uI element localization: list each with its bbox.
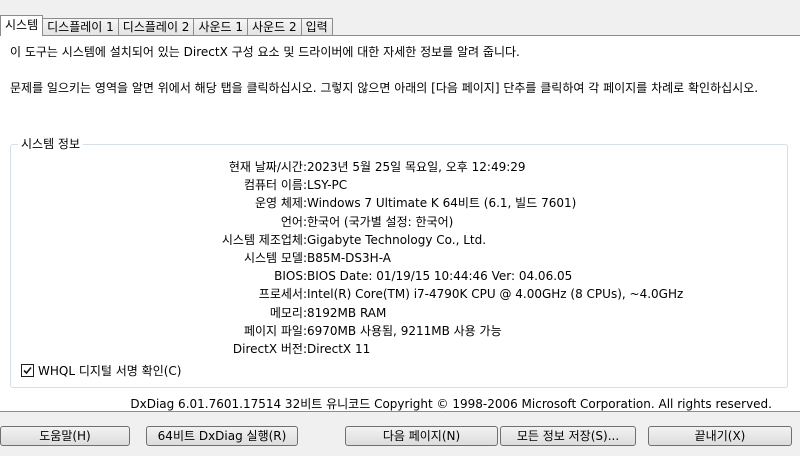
- info-value: Windows 7 Ultimate K 64비트 (6.1, 빌드 7601): [307, 196, 577, 211]
- tab-system[interactable]: 시스템: [0, 15, 44, 36]
- intro-instructions: 문제를 일으키는 영역을 알면 위에서 해당 탭을 클릭하십시오. 그렇지 않으…: [10, 81, 759, 95]
- system-info-rows: 현재 날짜/시간: 2023년 5월 25일 목요일, 오후 12:49:29 컴…: [11, 158, 787, 358]
- system-info-title: 시스템 정보: [18, 137, 84, 151]
- run-64bit-dxdiag-button[interactable]: 64비트 DxDiag 실행(R): [146, 426, 298, 446]
- info-row-computer-name: 컴퓨터 이름: LSY-PC: [11, 176, 787, 194]
- whql-label: WHQL 디지털 서명 확인(C): [38, 364, 182, 378]
- button-bar: 도움말(H) 64비트 DxDiag 실행(R) 다음 페이지(N) 모든 정보…: [0, 426, 800, 448]
- info-label: BIOS:: [274, 269, 307, 284]
- info-row-page-file: 페이지 파일: 6970MB 사용됨, 9211MB 사용 가능: [11, 322, 787, 340]
- info-label: 컴퓨터 이름:: [243, 178, 307, 193]
- info-row-os: 운영 체제: Windows 7 Ultimate K 64비트 (6.1, 빌드…: [11, 194, 787, 212]
- info-value: 한국어 (국가별 설정: 한국어): [307, 214, 454, 229]
- tab-strip: 시스템 디스플레이 1 디스플레이 2 사운드 1 사운드 2 입력: [0, 15, 333, 36]
- info-value: Gigabyte Technology Co., Ltd.: [307, 232, 487, 247]
- intro-description: 이 도구는 시스템에 설치되어 있는 DirectX 구성 요소 및 드라이버에…: [10, 45, 520, 59]
- info-value: DirectX 11: [307, 341, 371, 356]
- info-label: 현재 날짜/시간:: [228, 160, 307, 174]
- system-tab-panel: 이 도구는 시스템에 설치되어 있는 DirectX 구성 요소 및 드라이버에…: [0, 35, 800, 412]
- info-label: 페이지 파일:: [243, 323, 307, 338]
- info-label: 시스템 제조업체:: [221, 232, 307, 247]
- info-label: 운영 체제:: [254, 196, 307, 211]
- info-value: 6970MB 사용됨, 9211MB 사용 가능: [307, 323, 502, 338]
- save-all-info-button[interactable]: 모든 정보 저장(S)...: [500, 426, 636, 446]
- info-row-manufacturer: 시스템 제조업체: Gigabyte Technology Co., Ltd.: [11, 231, 787, 249]
- whql-check-option[interactable]: WHQL 디지털 서명 확인(C): [21, 362, 182, 379]
- info-row-directx: DirectX 버전: DirectX 11: [11, 340, 787, 358]
- tab-display-2[interactable]: 디스플레이 2: [117, 18, 195, 36]
- help-button[interactable]: 도움말(H): [0, 426, 130, 446]
- info-row-bios: BIOS: BIOS Date: 01/19/15 10:44:46 Ver: 0…: [11, 267, 787, 285]
- system-info-group: 시스템 정보 현재 날짜/시간: 2023년 5월 25일 목요일, 오후 12:…: [10, 137, 788, 388]
- tab-sound-2[interactable]: 사운드 2: [247, 18, 302, 36]
- whql-checkbox[interactable]: [21, 364, 34, 377]
- info-row-datetime: 현재 날짜/시간: 2023년 5월 25일 목요일, 오후 12:49:29: [11, 158, 787, 176]
- info-value: BIOS Date: 01/19/15 10:44:46 Ver: 04.06.…: [307, 269, 573, 284]
- tab-input[interactable]: 입력: [300, 18, 333, 36]
- info-value: Intel(R) Core(TM) i7-4790K CPU @ 4.00GHz…: [307, 287, 684, 302]
- info-label: 프로세서:: [258, 287, 307, 302]
- next-page-button[interactable]: 다음 페이지(N): [345, 426, 498, 446]
- version-copyright: DxDiag 6.01.7601.17514 32비트 유니코드 Copyrig…: [130, 397, 772, 411]
- info-label: DirectX 버전:: [232, 341, 307, 356]
- info-value: 8192MB RAM: [307, 305, 387, 320]
- info-value: B85M-DS3H-A: [307, 250, 391, 265]
- exit-button[interactable]: 끝내기(X): [648, 426, 792, 446]
- info-label: 메모리:: [269, 305, 307, 320]
- tab-sound-1[interactable]: 사운드 1: [193, 18, 249, 36]
- info-label: 언어:: [280, 214, 307, 229]
- info-row-model: 시스템 모델: B85M-DS3H-A: [11, 249, 787, 267]
- info-row-memory: 메모리: 8192MB RAM: [11, 304, 787, 322]
- info-row-processor: 프로세서: Intel(R) Core(TM) i7-4790K CPU @ 4.…: [11, 285, 787, 303]
- info-row-language: 언어: 한국어 (국가별 설정: 한국어): [11, 213, 787, 231]
- tab-display-1[interactable]: 디스플레이 1: [42, 18, 119, 36]
- info-value: LSY-PC: [307, 178, 348, 193]
- info-value: 2023년 5월 25일 목요일, 오후 12:49:29: [307, 160, 526, 174]
- info-label: 시스템 모델:: [243, 250, 307, 265]
- checkmark-icon: [23, 366, 32, 375]
